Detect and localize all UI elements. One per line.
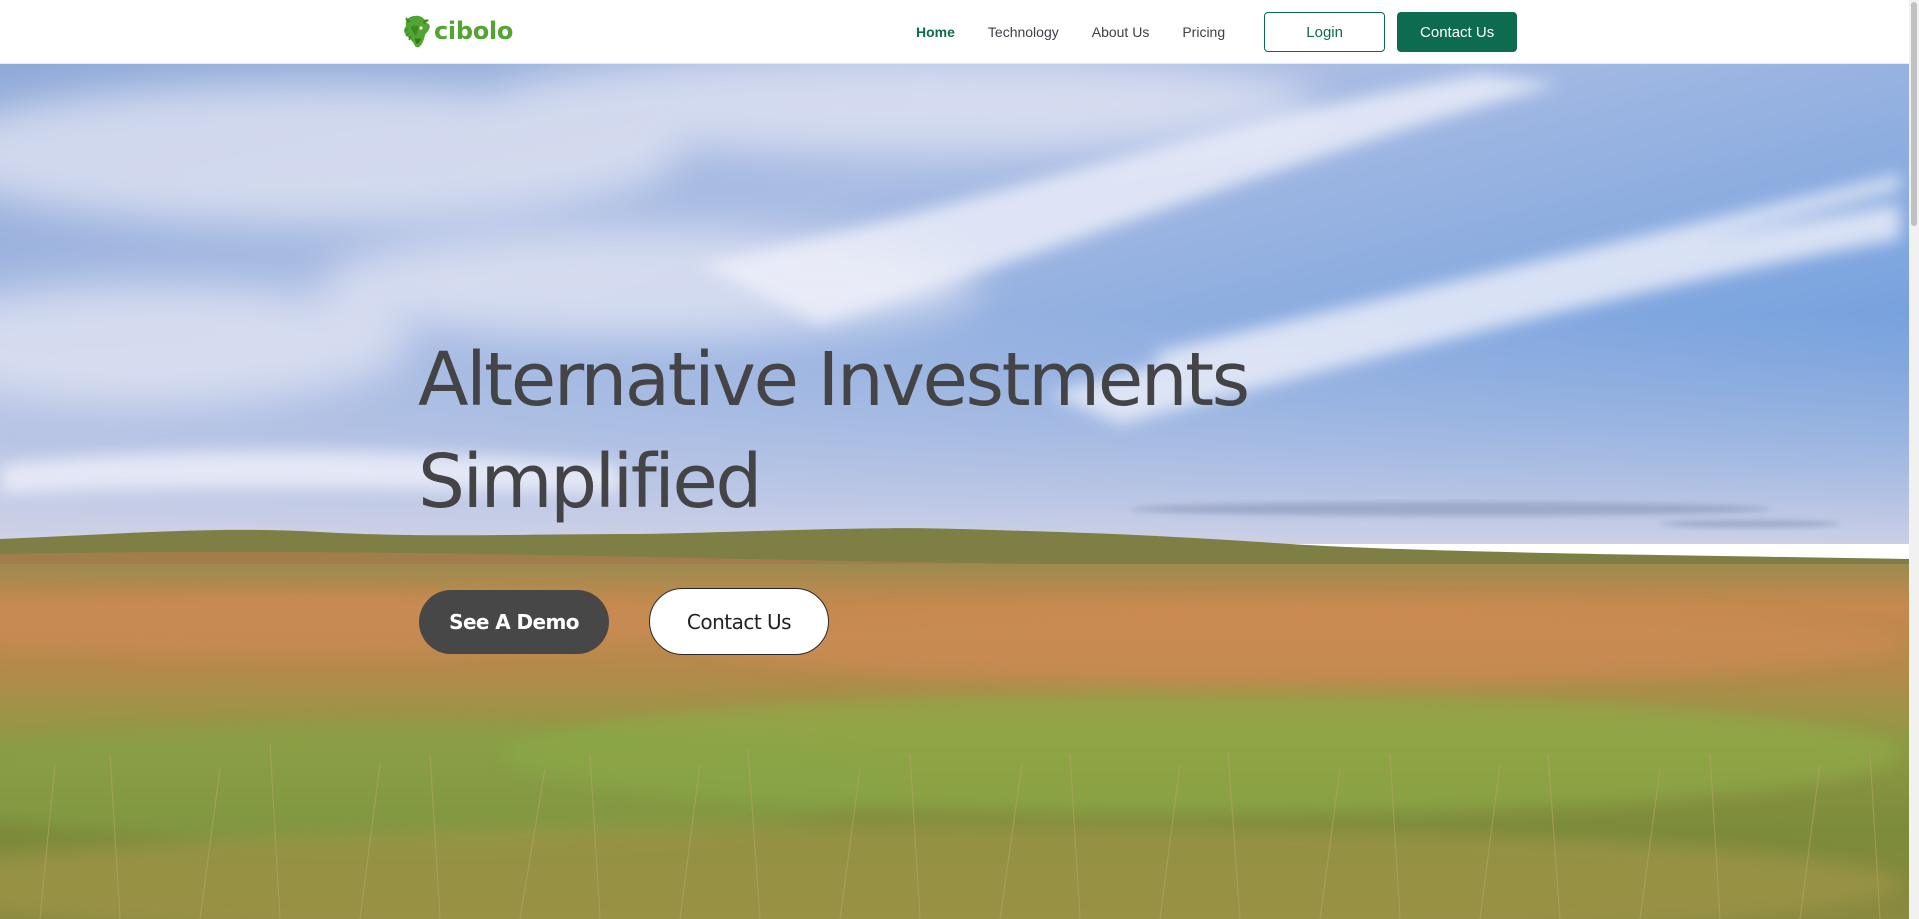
site-header: cibolo Home Technology About Us Pricing … — [0, 0, 1909, 64]
see-demo-button[interactable]: See A Demo — [419, 590, 609, 654]
brand-name: cibolo — [434, 17, 514, 45]
login-button[interactable]: Login — [1264, 12, 1386, 52]
nav-technology-link[interactable]: Technology — [988, 24, 1059, 40]
hero-title-line-1: Alternative Investments — [418, 337, 1250, 423]
bison-head-icon — [404, 15, 430, 48]
hero-title-line-2: Simplified — [418, 439, 762, 525]
nav-about-link[interactable]: About Us — [1092, 24, 1150, 40]
page-scrollbar[interactable] — [1909, 0, 1919, 919]
nav-pricing-link[interactable]: Pricing — [1182, 24, 1225, 40]
main-nav: Home Technology About Us Pricing Login C… — [916, 0, 1518, 64]
hero-section: Alternative Investments Simplified See A… — [0, 64, 1909, 919]
brand-logo[interactable]: cibolo — [402, 14, 513, 48]
header-contact-button[interactable]: Contact Us — [1397, 12, 1518, 52]
scrollbar-thumb[interactable] — [1911, 2, 1917, 226]
hero-contact-button[interactable]: Contact Us — [649, 588, 829, 655]
hero-title: Alternative Investments Simplified — [418, 329, 1318, 533]
nav-home-link[interactable]: Home — [916, 24, 955, 40]
